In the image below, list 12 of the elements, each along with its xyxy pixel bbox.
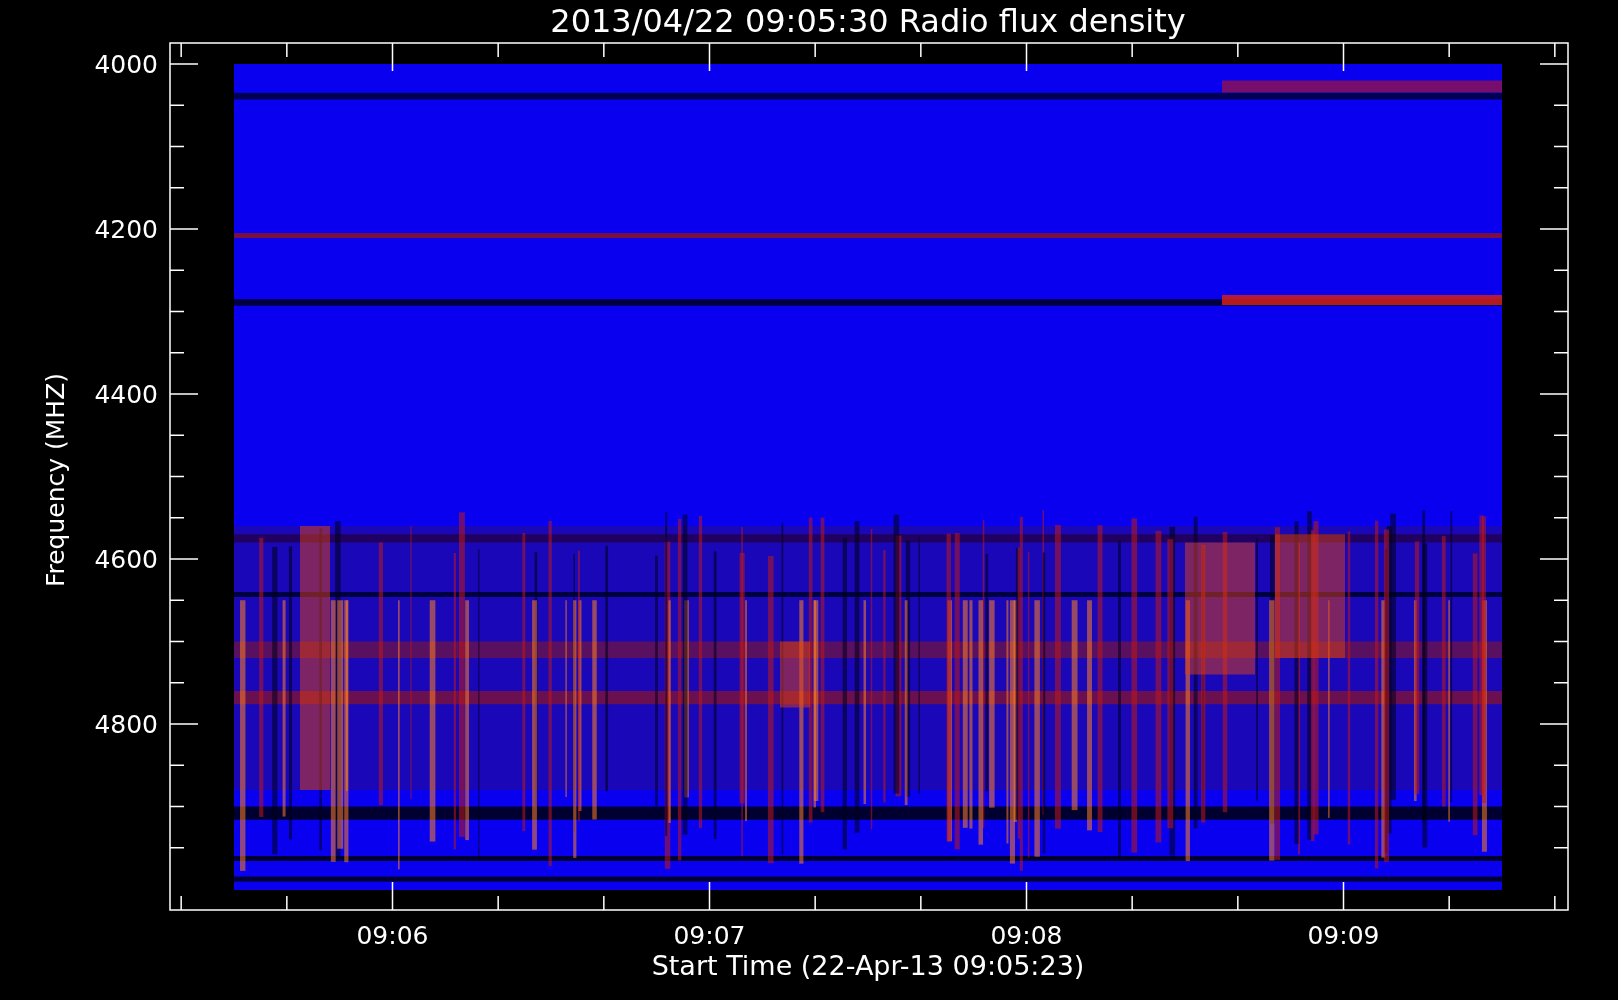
x-axis-label: Start Time (22-Apr-13 09:05:23)	[651, 950, 1085, 981]
y-tick-label: 4600	[94, 545, 158, 574]
y-tick-label: 4200	[94, 215, 158, 244]
chart-title: 2013/04/22 09:05:30 Radio flux density	[550, 2, 1186, 40]
y-tick-label: 4400	[94, 380, 158, 409]
x-tick-label: 09:08	[990, 921, 1063, 950]
y-tick-label: 4800	[94, 710, 158, 739]
y-axis-label: Frequency (MHZ)	[41, 372, 70, 588]
x-tick-label: 09:07	[673, 921, 746, 950]
x-tick-label: 09:09	[1307, 921, 1380, 950]
y-tick-label: 4000	[94, 50, 158, 79]
x-tick-label: 09:06	[356, 921, 429, 950]
